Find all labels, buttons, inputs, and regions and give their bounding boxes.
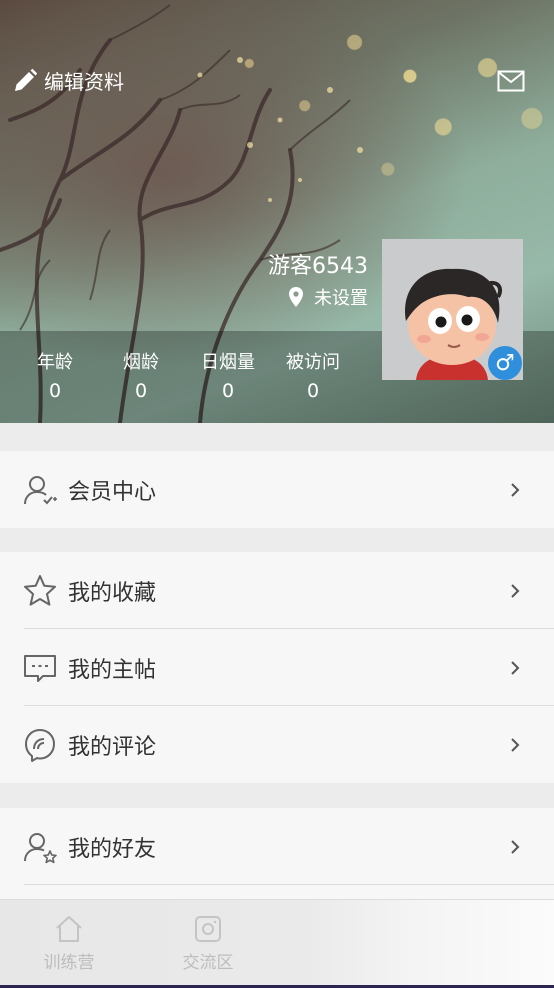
member-center-item[interactable]: 会员中心 — [0, 451, 554, 528]
my-friends-item[interactable]: 我的好友 — [0, 808, 554, 885]
bottom-navigation: 训练营 交流区 — [0, 899, 554, 988]
male-gender-icon: ♂ — [488, 346, 522, 380]
stat-value: 0 — [134, 380, 148, 402]
menu-group-member: 会员中心 — [0, 451, 554, 528]
my-comments-item[interactable]: 我的评论 — [0, 706, 554, 783]
house-icon — [56, 916, 82, 942]
comment-icon — [25, 729, 55, 762]
stat-age: 年龄 0 — [20, 348, 90, 402]
favorites-label: 我的收藏 — [68, 580, 157, 606]
my-friends-label: 我的好友 — [68, 836, 157, 862]
stat-value: 0 — [221, 380, 235, 402]
menu-group-content: 我的收藏 我的主帖 我的评论 — [0, 552, 554, 783]
username: 游客6543 — [268, 254, 368, 279]
chat-bubble-icon — [24, 655, 56, 682]
chevron-right-icon — [511, 840, 520, 854]
edit-profile-button[interactable]: 编辑资料 — [12, 66, 124, 95]
stat-smoking-years: 烟龄 0 — [106, 348, 176, 402]
menu-group-social: 我的好友 — [0, 808, 554, 899]
stat-daily-cigarettes: 日烟量 0 — [193, 348, 263, 402]
chevron-right-icon — [511, 661, 520, 675]
favorites-item[interactable]: 我的收藏 — [0, 552, 554, 629]
chevron-right-icon — [511, 483, 520, 497]
pencil-icon — [15, 68, 38, 91]
stat-label: 被访问 — [286, 352, 340, 373]
chevron-right-icon — [511, 738, 520, 752]
edit-profile-label: 编辑资料 — [44, 70, 124, 94]
star-icon — [24, 575, 56, 606]
stat-visits: 被访问 0 — [278, 348, 348, 402]
stat-label: 年龄 — [37, 352, 73, 373]
stat-label: 日烟量 — [201, 352, 255, 373]
my-posts-label: 我的主帖 — [68, 657, 157, 683]
camera-icon — [195, 916, 221, 942]
profile-header: 编辑资料 游客6543 未设置 年龄 0 烟龄 0 日烟量 0 被访问 0 ♂ — [0, 0, 554, 423]
tab-label: 训练营 — [43, 953, 95, 973]
mail-icon[interactable] — [497, 70, 525, 92]
tab-label: 交流区 — [182, 953, 234, 973]
my-posts-item[interactable]: 我的主帖 — [0, 629, 554, 706]
user-plus-icon — [24, 476, 57, 505]
stat-value: 0 — [306, 380, 320, 402]
location-pin-icon — [289, 287, 303, 307]
location-text: 未设置 — [314, 288, 368, 309]
member-center-label: 会员中心 — [68, 479, 157, 505]
stat-value: 0 — [48, 380, 62, 402]
location: 未设置 — [288, 284, 368, 310]
my-comments-label: 我的评论 — [68, 734, 157, 760]
stat-label: 烟龄 — [123, 352, 159, 373]
tab-training-camp[interactable]: 训练营 — [29, 914, 109, 973]
divider — [24, 884, 554, 885]
user-star-icon — [24, 833, 57, 864]
chevron-right-icon — [511, 584, 520, 598]
tab-community[interactable]: 交流区 — [168, 914, 248, 973]
